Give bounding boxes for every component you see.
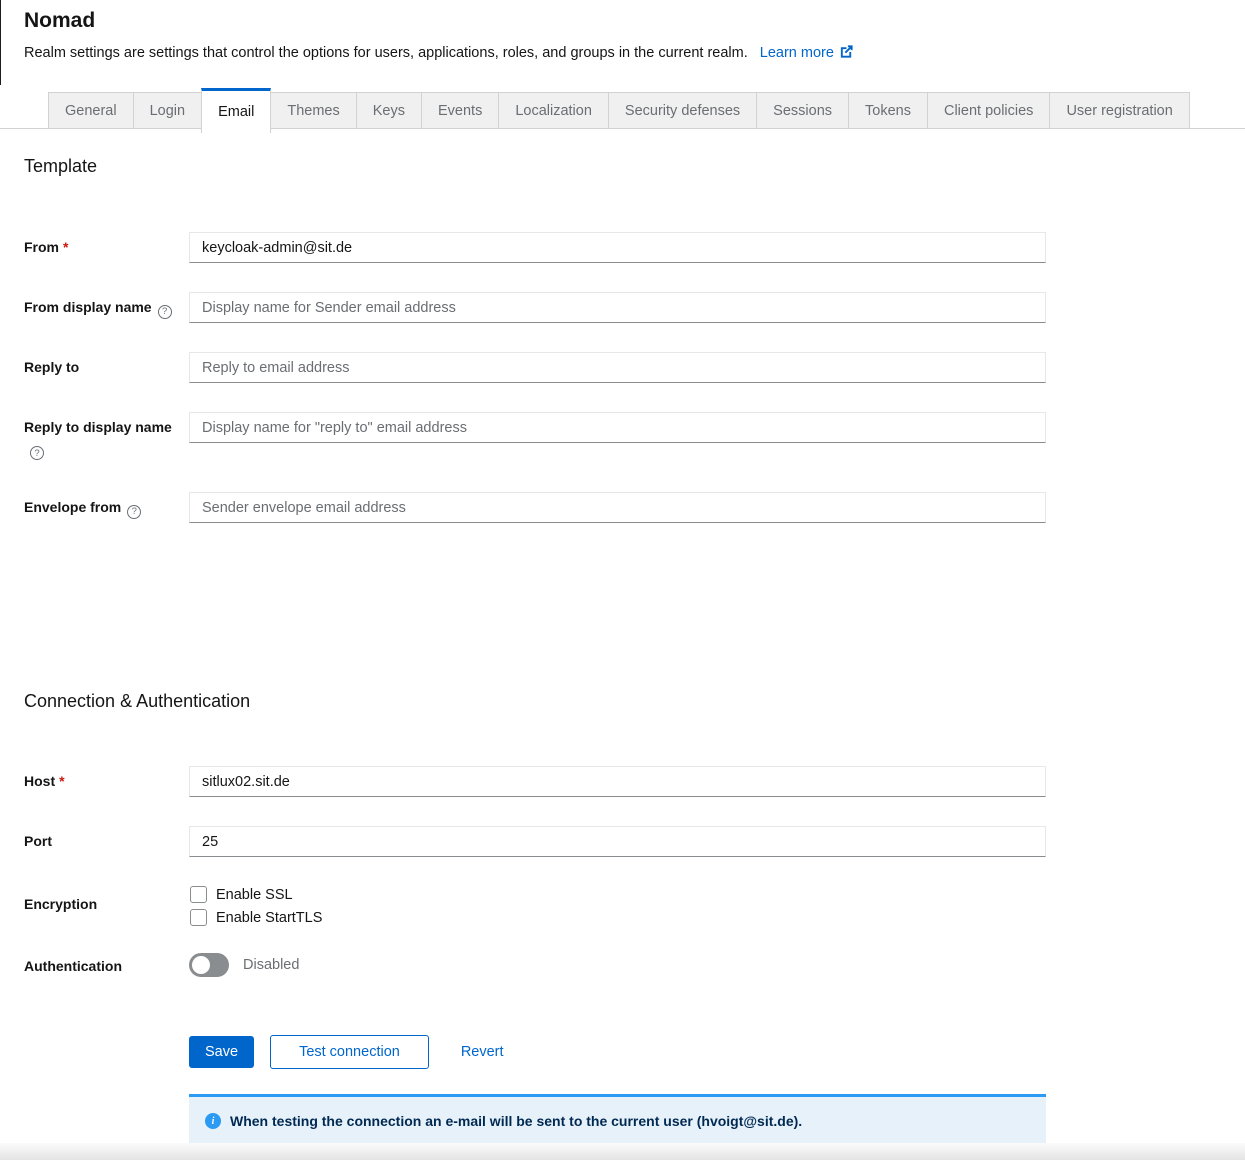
toggle-handle	[192, 956, 210, 974]
section-title-template: Template	[24, 156, 98, 176]
port-label: Port	[24, 826, 189, 850]
tab-events[interactable]: Events	[420, 92, 500, 128]
help-icon[interactable]: ?	[157, 304, 172, 319]
reply-to-label: Reply to	[24, 352, 189, 376]
help-icon[interactable]: ?	[127, 504, 142, 519]
section-title-connection: Connection & Authentication	[24, 691, 251, 711]
form-row-from: From *	[0, 232, 1245, 263]
reply-to-display-name-label: Reply to display name ?	[24, 412, 189, 460]
tab-login[interactable]: Login	[132, 92, 203, 128]
info-alert: i When testing the connection an e-mail …	[189, 1094, 1046, 1149]
page-header: Nomad Realm settings are settings that c…	[0, 0, 1245, 64]
enable-ssl-label: Enable SSL	[216, 886, 293, 903]
realm-settings-page: Nomad Realm settings are settings that c…	[0, 0, 1245, 1160]
form-row-host: Host *	[0, 766, 1245, 797]
page-description: Realm settings are settings that control…	[24, 43, 1221, 64]
authentication-label-text: Authentication	[24, 958, 122, 974]
authentication-state-label: Disabled	[243, 957, 300, 973]
host-label-text: Host	[24, 773, 56, 789]
host-label: Host *	[24, 766, 189, 790]
envelope-from-label-text: Envelope from	[24, 499, 122, 515]
tab-general[interactable]: General	[48, 92, 134, 128]
enable-starttls-checkbox[interactable]	[190, 909, 207, 926]
host-input[interactable]	[189, 766, 1046, 797]
from-display-name-label-text: From display name	[24, 299, 152, 315]
encryption-label: Encryption	[24, 886, 189, 913]
tab-sessions[interactable]: Sessions	[756, 92, 850, 128]
enable-starttls-label: Enable StartTLS	[216, 909, 323, 926]
external-link-icon	[840, 45, 853, 58]
envelope-from-label: Envelope from?	[24, 492, 189, 519]
help-icon[interactable]: ?	[30, 446, 44, 460]
learn-more-link[interactable]: Learn more	[760, 45, 854, 61]
page-description-text: Realm settings are settings that control…	[24, 45, 748, 61]
realm-settings-tabs: General Login Email Themes Keys Events L…	[0, 88, 1245, 133]
enable-ssl-row: Enable SSL	[189, 886, 1046, 903]
tab-client-policies[interactable]: Client policies	[926, 92, 1051, 128]
port-label-text: Port	[24, 833, 52, 849]
from-display-name-label: From display name?	[24, 292, 189, 319]
required-asterisk: *	[63, 239, 69, 255]
enable-ssl-checkbox[interactable]	[190, 886, 207, 903]
form-row-authentication: Authentication Disabled	[0, 953, 1245, 977]
port-input[interactable]	[189, 826, 1046, 857]
info-alert-text: When testing the connection an e-mail wi…	[230, 1113, 803, 1129]
form-actions: Save Test connection Revert	[0, 1035, 1245, 1069]
tab-user-registration[interactable]: User registration	[1049, 92, 1190, 128]
enable-starttls-row: Enable StartTLS	[189, 909, 1046, 926]
from-label: From *	[24, 232, 189, 256]
template-form: From* From display name? Reply to	[0, 232, 1245, 523]
reply-to-display-name-input[interactable]	[189, 412, 1046, 443]
encryption-label-text: Encryption	[24, 896, 98, 912]
envelope-from-input[interactable]	[189, 492, 1046, 523]
form-row-reply-to-display-name: Reply to display name ?	[0, 412, 1245, 460]
page-bottom-band	[0, 1143, 1245, 1160]
nav-drawer-edge	[0, 0, 1, 85]
save-button[interactable]: Save	[189, 1036, 255, 1068]
revert-button[interactable]: Revert	[461, 1036, 504, 1068]
tab-themes[interactable]: Themes	[270, 92, 357, 128]
reply-to-input[interactable]	[189, 352, 1046, 383]
tab-tokens[interactable]: Tokens	[848, 92, 928, 128]
form-row-reply-to: Reply to	[0, 352, 1245, 383]
reply-to-label-text: Reply to	[24, 359, 80, 375]
page-title: Nomad	[24, 9, 96, 32]
tab-localization[interactable]: Localization	[498, 92, 609, 128]
tab-email[interactable]: Email	[201, 88, 272, 133]
form-row-encryption: Encryption Enable SSL Enable StartTLS	[0, 886, 1245, 932]
tab-security-defenses[interactable]: Security defenses	[607, 92, 758, 128]
form-row-from-display-name: From display name?	[0, 292, 1245, 323]
authentication-toggle[interactable]	[189, 953, 229, 977]
test-connection-button[interactable]: Test connection	[270, 1035, 429, 1069]
tab-keys[interactable]: Keys	[355, 92, 422, 128]
from-label-text: From	[24, 239, 59, 255]
required-asterisk: *	[59, 773, 65, 789]
from-input[interactable]	[189, 232, 1046, 263]
form-row-envelope-from: Envelope from?	[0, 492, 1245, 523]
info-circle-icon: i	[205, 1113, 221, 1129]
connection-form: Host* Port Encryption Enable SSL	[0, 766, 1245, 1149]
authentication-label: Authentication	[24, 953, 189, 975]
from-display-name-input[interactable]	[189, 292, 1046, 323]
reply-to-display-name-label-text: Reply to display name	[24, 419, 172, 435]
learn-more-label: Learn more	[759, 45, 834, 61]
form-row-port: Port	[0, 826, 1245, 857]
